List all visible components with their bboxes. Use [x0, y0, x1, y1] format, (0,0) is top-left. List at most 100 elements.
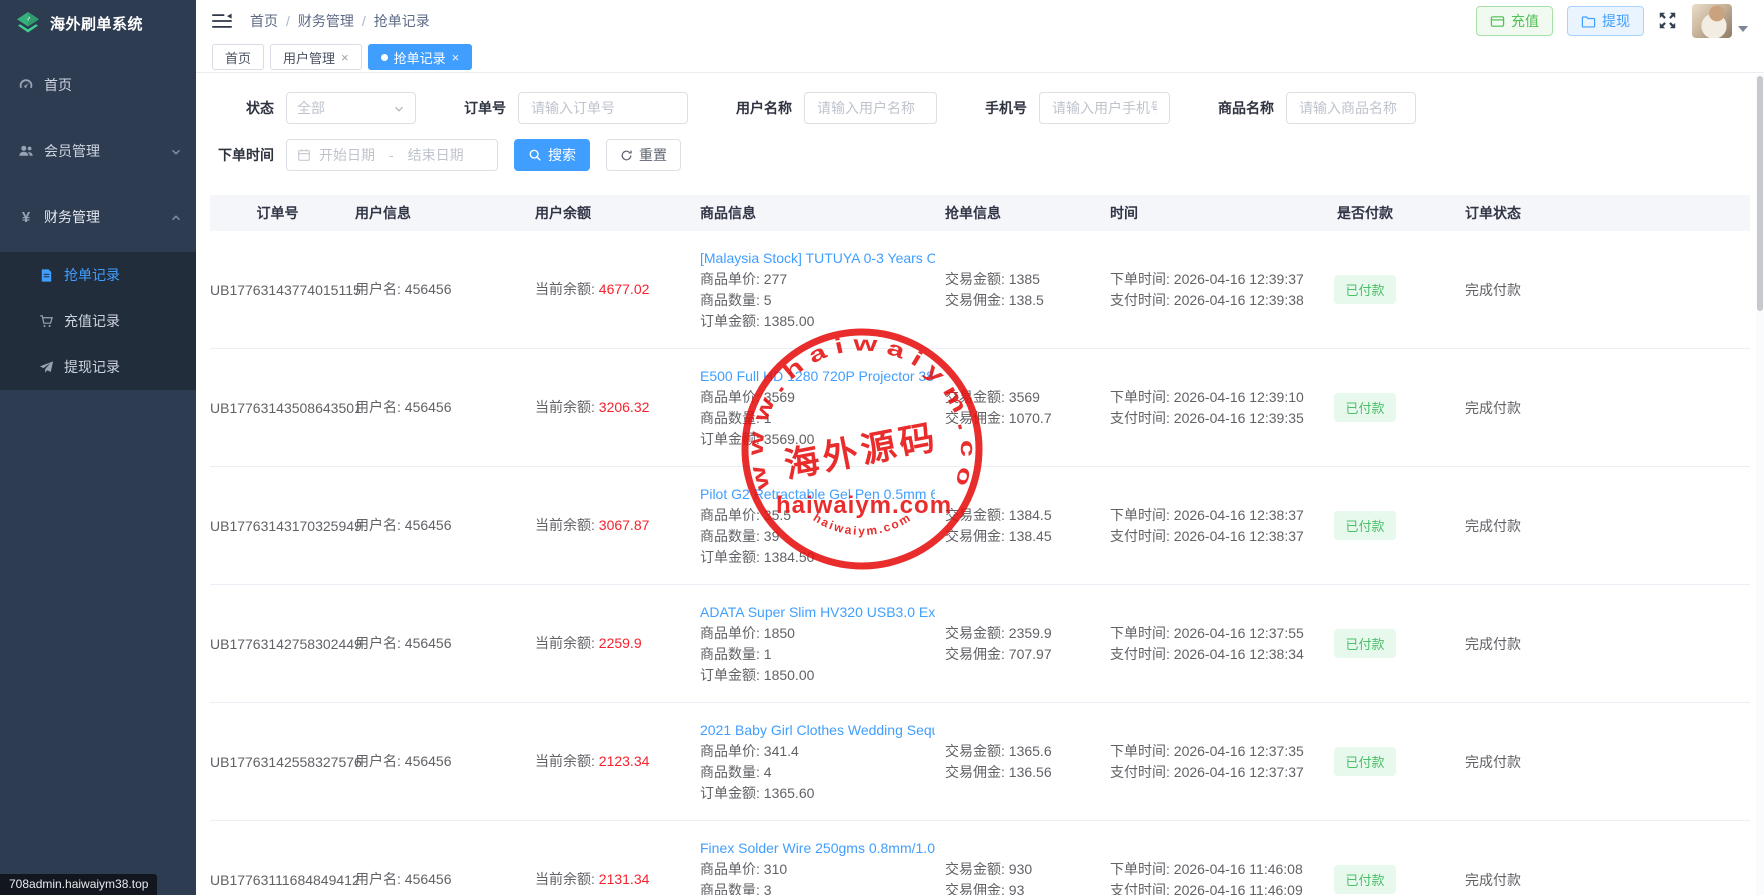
sidebar-item-members[interactable]: 会员管理	[0, 126, 196, 176]
user-menu[interactable]	[1692, 4, 1748, 38]
trade-amount: 930	[1009, 861, 1032, 877]
sidebar-item-label: 充值记录	[64, 311, 182, 331]
sidebar-item-recharge-records[interactable]: 充值记录	[0, 298, 196, 344]
search-icon	[528, 148, 542, 162]
order-amount: 1365.60	[764, 785, 815, 801]
product-cell: [Malaysia Stock] TUTUYA 0-3 Years Ol... …	[700, 248, 945, 332]
user-name-input[interactable]	[804, 92, 937, 124]
unit-price: 277	[764, 271, 787, 287]
pay-time: 2026-04-16 12:37:37	[1174, 764, 1304, 780]
status-cell: 完成付款	[1425, 752, 1750, 772]
col-time: 时间	[1110, 203, 1315, 223]
product-title-link[interactable]: 2021 Baby Girl Clothes Wedding Sequi...	[700, 720, 935, 741]
phone-input[interactable]	[1039, 92, 1170, 124]
status-cell: 完成付款	[1425, 870, 1750, 890]
folder-icon	[1581, 14, 1596, 29]
sidebar-item-withdraw-records[interactable]: 提现记录	[0, 344, 196, 390]
order-no: UB17763142558327576	[210, 754, 355, 770]
col-paid: 是否付款	[1315, 203, 1425, 223]
sidebar-item-label: 财务管理	[44, 207, 170, 227]
user-info-cell: 用户名: 456456	[355, 279, 535, 300]
search-button[interactable]: 搜索	[514, 139, 590, 171]
product-title-link[interactable]: E500 Full HD 1280 720P Projector 380...	[700, 366, 935, 387]
sidebar-item-grab-records[interactable]: 抢单记录	[0, 252, 196, 298]
user-name: 456456	[405, 753, 452, 769]
sidebar-item-label: 提现记录	[64, 357, 182, 377]
sidebar-item-home[interactable]: 首页	[0, 60, 196, 110]
balance-value: 2123.34	[599, 753, 650, 769]
order-time: 2026-04-16 12:37:35	[1174, 743, 1304, 759]
chevron-up-icon	[170, 211, 182, 223]
breadcrumb-home[interactable]: 首页	[250, 11, 278, 31]
logo-diamond-icon	[16, 11, 40, 35]
unit-price: 341.4	[764, 743, 799, 759]
commission: 138.45	[1009, 528, 1052, 544]
tab-home[interactable]: 首页	[212, 44, 264, 70]
trade-amount: 1385	[1009, 271, 1040, 287]
status-select[interactable]: 全部	[286, 92, 416, 124]
collapse-sidebar-icon[interactable]	[212, 13, 232, 29]
product-cell: E500 Full HD 1280 720P Projector 380... …	[700, 366, 945, 450]
paid-badge: 已付款	[1334, 275, 1395, 304]
date-start-placeholder: 开始日期	[319, 145, 375, 165]
quantity: 1	[764, 646, 772, 662]
refresh-icon	[620, 149, 633, 162]
sidebar-item-finance[interactable]: ¥ 财务管理	[0, 192, 196, 242]
caret-down-icon	[1738, 26, 1748, 32]
close-icon[interactable]: ×	[452, 51, 460, 64]
breadcrumb-current: 抢单记录	[374, 11, 430, 31]
paid-cell: 已付款	[1315, 275, 1425, 304]
paid-cell: 已付款	[1315, 865, 1425, 894]
withdraw-button[interactable]: 提现	[1567, 6, 1644, 36]
close-icon[interactable]: ×	[341, 51, 349, 64]
col-product-info: 商品信息	[700, 203, 945, 223]
reset-button[interactable]: 重置	[606, 139, 681, 171]
order-no: UB17763143508643501	[210, 400, 355, 416]
breadcrumb: 首页 / 财务管理 / 抢单记录	[250, 11, 430, 31]
pay-time: 2026-04-16 12:39:38	[1174, 292, 1304, 308]
time-cell: 下单时间: 2026-04-16 12:39:37 支付时间: 2026-04-…	[1110, 269, 1315, 311]
date-range-picker[interactable]: 开始日期 - 结束日期	[286, 139, 498, 171]
order-time-label: 下单时间	[212, 145, 274, 165]
fullscreen-icon[interactable]	[1658, 11, 1678, 31]
unit-price: 310	[764, 861, 787, 877]
product-title-link[interactable]: [Malaysia Stock] TUTUYA 0-3 Years Ol...	[700, 248, 935, 269]
scrollbar-thumb[interactable]	[1757, 76, 1763, 311]
date-end-placeholder: 结束日期	[408, 145, 464, 165]
user-info-cell: 用户名: 456456	[355, 515, 535, 536]
balance-value: 3206.32	[599, 399, 650, 415]
user-info-cell: 用户名: 456456	[355, 633, 535, 654]
grab-info-cell: 交易金额: 1385 交易佣金: 138.5	[945, 269, 1110, 311]
user-name: 456456	[405, 281, 452, 297]
order-no-input[interactable]	[518, 92, 688, 124]
scrollbar-track	[1756, 74, 1764, 895]
app-title: 海外刷单系统	[50, 13, 143, 34]
users-icon	[18, 143, 34, 159]
time-cell: 下单时间: 2026-04-16 12:37:35 支付时间: 2026-04-…	[1110, 741, 1315, 783]
product-title-link[interactable]: Finex Solder Wire 250gms 0.8mm/1.0...	[700, 838, 935, 859]
product-title-link[interactable]: ADATA Super Slim HV320 USB3.0 Ext...	[700, 602, 935, 623]
tab-user-management[interactable]: 用户管理 ×	[270, 44, 362, 70]
card-icon	[1490, 14, 1505, 29]
grab-info-cell: 交易金额: 3569 交易佣金: 1070.7	[945, 387, 1110, 429]
product-cell: 2021 Baby Girl Clothes Wedding Sequi... …	[700, 720, 945, 804]
col-user-info: 用户信息	[355, 203, 535, 223]
order-amount: 3569.00	[764, 431, 815, 447]
date-separator: -	[389, 147, 394, 163]
table-row: UB17763142558327576 用户名: 456456 当前余额: 21…	[210, 703, 1750, 821]
unit-price: 3569	[764, 389, 795, 405]
avatar[interactable]	[1692, 4, 1732, 38]
balance-cell: 当前余额: 2259.9	[535, 633, 700, 654]
time-cell: 下单时间: 2026-04-16 12:39:10 支付时间: 2026-04-…	[1110, 387, 1315, 429]
breadcrumb-finance[interactable]: 财务管理	[298, 11, 354, 31]
tab-grab-records[interactable]: 抢单记录 ×	[368, 44, 473, 70]
order-time: 2026-04-16 12:37:55	[1174, 625, 1304, 641]
main-area: 首页 / 财务管理 / 抢单记录 充值 提现	[196, 0, 1764, 895]
commission: 136.56	[1009, 764, 1052, 780]
product-title-link[interactable]: Pilot G2 Retractable Gel Pen 0.5mm 6...	[700, 484, 935, 505]
product-name-input[interactable]	[1286, 92, 1416, 124]
app-logo: 海外刷单系统	[0, 0, 196, 46]
order-amount: 1850.00	[764, 667, 815, 683]
table-row: UB17763143774015115 用户名: 456456 当前余额: 46…	[210, 231, 1750, 349]
recharge-button[interactable]: 充值	[1476, 6, 1553, 36]
